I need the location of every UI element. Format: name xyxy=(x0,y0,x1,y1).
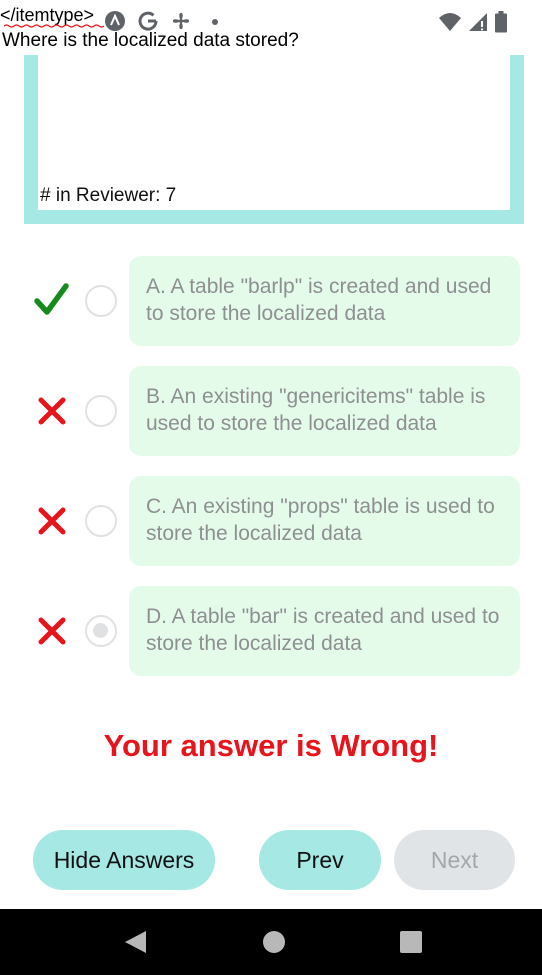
question-text: Where is the localized data stored? xyxy=(2,30,299,51)
recents-icon[interactable] xyxy=(399,929,423,955)
answer-option-a[interactable]: A. A table "barlp" is created and used t… xyxy=(129,256,520,346)
settings-fan-icon xyxy=(172,12,190,30)
cross-icon xyxy=(38,397,66,425)
cross-icon xyxy=(38,617,66,645)
signal-icon xyxy=(469,13,487,31)
wifi-icon xyxy=(439,13,461,31)
answer-radio-b[interactable] xyxy=(85,395,117,427)
quiz-screen: </itemtype> Where is the localized data … xyxy=(0,0,542,975)
answer-row-a: A. A table "barlp" is created and used t… xyxy=(0,256,542,346)
answer-radio-d[interactable] xyxy=(85,615,117,647)
question-frame: # in Reviewer: 7 xyxy=(24,55,524,224)
answer-row-c: C. An existing "props" table is used to … xyxy=(0,476,542,566)
app-icon xyxy=(105,11,125,31)
answer-option-d[interactable]: D. A table "bar" is created and used to … xyxy=(129,586,520,676)
result-message: Your answer is Wrong! xyxy=(103,728,439,763)
question-frame-content: # in Reviewer: 7 xyxy=(38,55,510,210)
answer-row-b: B. An existing "genericitems" table is u… xyxy=(0,366,542,456)
navigation-bar xyxy=(0,909,542,975)
cross-icon xyxy=(38,507,66,535)
dot-icon xyxy=(212,19,218,25)
status-overlay-text: </itemtype> xyxy=(0,5,95,25)
back-icon[interactable] xyxy=(122,929,148,955)
hide-answers-button[interactable]: Hide Answers xyxy=(33,830,215,890)
reviewer-count: # in Reviewer: 7 xyxy=(40,185,177,206)
google-icon xyxy=(138,11,158,31)
status-right-icons xyxy=(438,10,508,34)
answer-option-b[interactable]: B. An existing "genericitems" table is u… xyxy=(129,366,520,456)
home-icon[interactable] xyxy=(261,929,287,955)
check-icon xyxy=(34,283,69,315)
answer-option-c[interactable]: C. An existing "props" table is used to … xyxy=(129,476,520,566)
answer-row-d: D. A table "bar" is created and used to … xyxy=(0,586,542,676)
battery-icon xyxy=(495,11,507,33)
next-button[interactable]: Next xyxy=(394,830,515,890)
prev-button[interactable]: Prev xyxy=(259,830,381,890)
spellcheck-squiggle xyxy=(4,24,104,28)
answer-radio-a[interactable] xyxy=(85,285,117,317)
answer-radio-c[interactable] xyxy=(85,505,117,537)
